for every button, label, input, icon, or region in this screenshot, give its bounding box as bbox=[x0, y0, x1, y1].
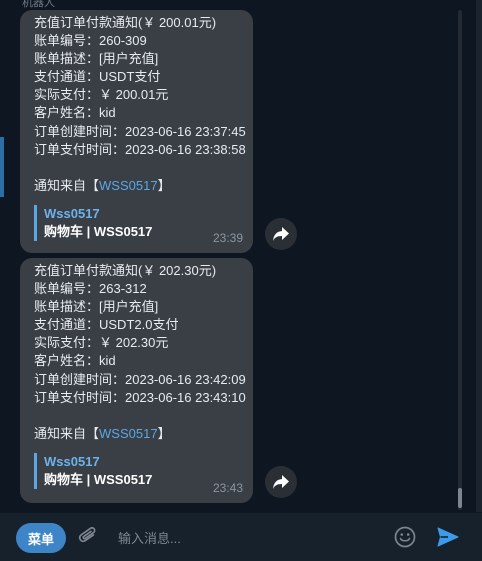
emoji-icon[interactable] bbox=[394, 526, 416, 548]
message-line: 支付通道：USDT支付 bbox=[34, 69, 161, 85]
message-composer: 菜单 bbox=[0, 512, 482, 561]
message-line: 订单创建时间：2023-06-16 23:37:45 bbox=[34, 123, 246, 139]
message-line: 客户姓名：kid bbox=[34, 105, 116, 121]
reply-name: Wss0517 bbox=[44, 453, 100, 469]
top-hint: 机器人 bbox=[22, 0, 55, 9]
forward-button[interactable] bbox=[265, 466, 297, 498]
message-time: 23:43 bbox=[212, 480, 243, 495]
message-line: 支付通道：USDT2.0支付 bbox=[34, 317, 179, 333]
source-line: 通知来自【WSS0517】 bbox=[34, 177, 243, 195]
message-line: 充值订单付款通知(￥ 202.30元) bbox=[34, 263, 217, 278]
message-bubble[interactable]: 充值订单付款通知(￥ 202.30元) 账单编号：263-312 账单描述：[用… bbox=[20, 258, 253, 503]
message-line: 客户姓名：kid bbox=[34, 353, 116, 369]
right-edge bbox=[476, 0, 482, 560]
message-line: 账单编号：260-309 bbox=[34, 33, 147, 49]
source-suffix: 】 bbox=[157, 425, 171, 441]
message-time: 23:39 bbox=[212, 230, 243, 245]
reply-quote[interactable]: Wss0517 购物车 | WSS0517 bbox=[34, 452, 243, 489]
chat-area: 机器人 充值订单付款通知(￥ 200.01元) 账单编号：260-309 账单描… bbox=[0, 0, 472, 512]
message-line: 订单支付时间：2023-06-16 23:43:10 bbox=[34, 389, 246, 405]
scrollbar-thumb[interactable] bbox=[458, 488, 462, 508]
menu-button[interactable]: 菜单 bbox=[16, 523, 66, 553]
forward-icon bbox=[273, 227, 289, 241]
message-line: 实际支付：￥ 200.01元 bbox=[34, 87, 169, 103]
reply-quote[interactable]: Wss0517 购物车 | WSS0517 bbox=[34, 204, 243, 241]
message-line: 实际支付：￥ 202.30元 bbox=[34, 335, 169, 351]
message-line: 订单支付时间：2023-06-16 23:38:58 bbox=[34, 141, 246, 157]
paperclip-icon[interactable] bbox=[78, 526, 98, 548]
source-line: 通知来自【WSS0517】 bbox=[34, 425, 243, 443]
message-input[interactable] bbox=[116, 527, 370, 549]
source-link[interactable]: WSS0517 bbox=[99, 178, 158, 193]
source-prefix: 通知来自【 bbox=[34, 425, 100, 441]
send-icon[interactable] bbox=[436, 525, 460, 549]
forward-button[interactable] bbox=[265, 218, 297, 250]
source-prefix: 通知来自【 bbox=[34, 177, 100, 193]
message-bubble[interactable]: 充值订单付款通知(￥ 200.01元) 账单编号：260-309 账单描述：[用… bbox=[20, 10, 253, 253]
source-suffix: 】 bbox=[157, 177, 171, 193]
message-line: 订单创建时间：2023-06-16 23:42:09 bbox=[34, 371, 246, 387]
message-line: 账单编号：263-312 bbox=[34, 281, 147, 297]
scrollbar-track[interactable] bbox=[458, 10, 462, 510]
source-link[interactable]: WSS0517 bbox=[99, 426, 158, 441]
reply-name: Wss0517 bbox=[44, 205, 100, 221]
left-accent-bar bbox=[0, 137, 4, 197]
forward-icon bbox=[273, 475, 289, 489]
message-line: 账单描述：[用户充值] bbox=[34, 51, 159, 67]
message-line: 充值订单付款通知(￥ 200.01元) bbox=[34, 15, 217, 30]
message-line: 账单描述：[用户充值] bbox=[34, 299, 159, 315]
